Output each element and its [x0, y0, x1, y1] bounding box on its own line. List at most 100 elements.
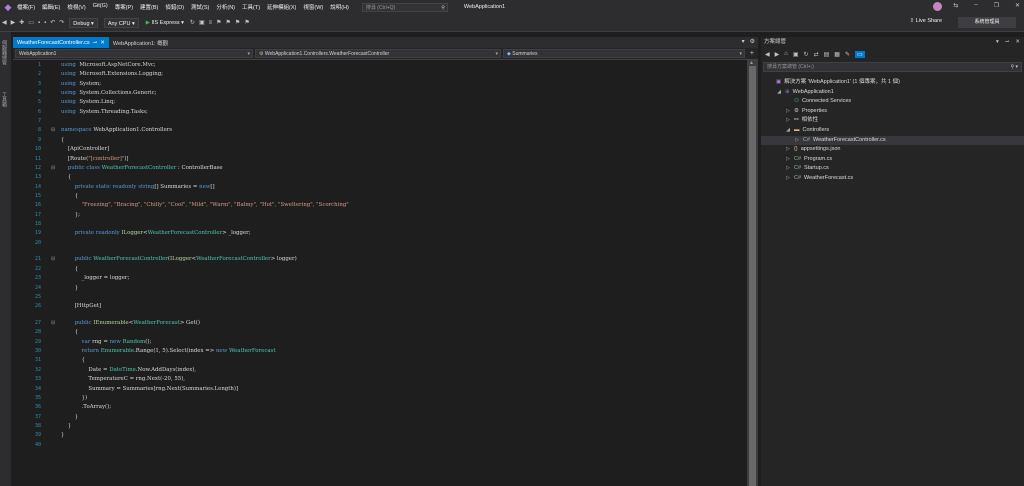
- fold-toggle-icon[interactable]: ⊟: [51, 320, 55, 326]
- tree-node-weatherforecastcontroller[interactable]: ▷ C# WeatherForecastController.cs: [761, 135, 1024, 145]
- expand-toggle-icon[interactable]: ◢: [785, 126, 791, 135]
- show-all-files-icon[interactable]: ▦: [834, 51, 840, 58]
- menu-item[interactable]: 工具(T): [242, 3, 260, 11]
- refresh-icon[interactable]: ↻: [190, 19, 195, 26]
- menu-item[interactable]: 偵錯(D): [165, 3, 184, 11]
- pin-icon[interactable]: ⊸: [1005, 37, 1010, 47]
- redo-icon[interactable]: ↷: [59, 19, 64, 26]
- expand-toggle-icon[interactable]: ▷: [785, 116, 791, 125]
- bookmark-next-icon[interactable]: ⚑: [235, 19, 240, 26]
- line-number: 2: [37, 71, 41, 78]
- fold-toggle-icon[interactable]: ⊟: [51, 127, 55, 133]
- pending-changes-icon[interactable]: ↻: [804, 51, 809, 58]
- feedback-icon[interactable]: ⇆: [953, 2, 958, 9]
- collapse-all-icon[interactable]: ▤: [824, 51, 830, 58]
- class-select[interactable]: ⚙ WebApplication1.Controllers.WeatherFor…: [255, 49, 501, 58]
- sync-icon[interactable]: ⇄: [814, 51, 819, 58]
- tree-node-label: Startup.cs: [804, 165, 829, 172]
- expand-toggle-icon[interactable]: ▷: [794, 136, 800, 145]
- tree-node-project[interactable]: ◢ ⊕ WebApplication1: [776, 88, 834, 97]
- close-tab-icon[interactable]: ✕: [100, 40, 105, 46]
- bookmark-icon[interactable]: ⚑: [216, 19, 221, 26]
- run-button[interactable]: ▶ IIS Express ▾: [146, 20, 184, 26]
- comment-icon[interactable]: ≡: [209, 20, 213, 26]
- settings-icon[interactable]: ⚙: [750, 38, 755, 45]
- expand-toggle-icon[interactable]: ▷: [785, 174, 791, 183]
- chevron-down-icon[interactable]: ▾: [996, 37, 999, 47]
- expand-toggle-icon[interactable]: ▷: [785, 107, 791, 116]
- tree-node-weatherforecast[interactable]: ▷ C# WeatherForecast.cs: [785, 174, 853, 183]
- forward-icon[interactable]: ▶: [11, 19, 16, 26]
- menu-item[interactable]: 視窗(W): [303, 3, 323, 11]
- menu-item[interactable]: 建置(B): [140, 3, 158, 11]
- search-input[interactable]: 搜尋 (Ctrl+Q) ⚲: [361, 2, 448, 12]
- tree-node-appsettings[interactable]: ▷{} appsettings.json: [785, 145, 840, 154]
- close-icon[interactable]: ✕: [1015, 37, 1020, 47]
- menu-item[interactable]: 檢視(V): [67, 3, 85, 11]
- back-icon[interactable]: ◀: [2, 19, 7, 26]
- preview-selected-icon[interactable]: ▭: [854, 50, 865, 58]
- fold-toggle-icon[interactable]: ⊟: [51, 256, 55, 262]
- menu-item[interactable]: Git(G): [93, 3, 108, 11]
- configuration-select[interactable]: Debug ▾: [69, 17, 98, 28]
- open-folder-icon[interactable]: ▭: [28, 19, 34, 26]
- menu-item[interactable]: 檔案(F): [17, 3, 35, 11]
- restore-button[interactable]: ❐: [994, 2, 999, 9]
- menu-item[interactable]: 說明(H): [330, 3, 349, 11]
- close-button[interactable]: ✕: [1015, 2, 1020, 9]
- switch-views-icon[interactable]: ▣: [793, 51, 799, 58]
- menu-item[interactable]: 分析(N): [216, 3, 235, 11]
- menu-item[interactable]: 專案(P): [115, 3, 133, 11]
- live-share-button[interactable]: ⇪ Live Share: [910, 18, 942, 24]
- fold-toggle-icon[interactable]: ⊟: [51, 165, 55, 171]
- line-number: 12: [34, 164, 41, 171]
- platform-select[interactable]: Any CPU ▾: [103, 17, 139, 28]
- tree-node-dependencies[interactable]: ▷ ⚯ 相依性: [785, 116, 818, 125]
- expand-toggle-icon[interactable]: ▷: [785, 145, 791, 154]
- code-token: var: [61, 338, 91, 345]
- new-item-icon[interactable]: ✚: [19, 19, 24, 26]
- admin-badge[interactable]: 系統管理員: [958, 17, 1016, 28]
- tree-node-solution[interactable]: ▣ 解決方案 'WebApplication1' (1 個專案，共 1 個): [767, 78, 900, 87]
- undo-icon[interactable]: ↶: [50, 19, 55, 26]
- file-type-icon: ⚯: [794, 117, 799, 124]
- menu-item[interactable]: 延伸模組(X): [267, 3, 296, 11]
- menu-item[interactable]: 編輯(E): [42, 3, 60, 11]
- scrollbar-thumb[interactable]: [749, 66, 756, 486]
- run-target-label: IIS Express: [151, 19, 180, 26]
- tree-node-properties[interactable]: ▷ ⚙ Properties: [785, 107, 827, 116]
- save-icon[interactable]: ▪: [38, 20, 40, 26]
- tab-weatherforecastcontroller[interactable]: WeatherForecastController.cs ⊸ ✕: [13, 37, 109, 48]
- avatar[interactable]: [933, 2, 942, 11]
- tab-list-icon[interactable]: ▾: [742, 38, 745, 45]
- minimize-button[interactable]: –: [974, 2, 977, 9]
- vertical-scrollbar[interactable]: ▲: [747, 60, 758, 486]
- back-icon[interactable]: ◀: [765, 51, 770, 58]
- toolbox-tab[interactable]: 工具箱: [1, 92, 8, 107]
- browser-link-icon[interactable]: ▣: [199, 19, 205, 26]
- split-editor-icon[interactable]: +: [750, 49, 754, 58]
- line-number: 9: [37, 136, 41, 143]
- member-select[interactable]: ◆ Summaries ▾: [503, 49, 745, 58]
- expand-toggle-icon[interactable]: ▷: [785, 155, 791, 164]
- expand-toggle-icon[interactable]: ▷: [785, 164, 791, 173]
- properties-wrench-icon[interactable]: ✎: [845, 51, 850, 58]
- code-editor[interactable]: 1 2 3 4 5 6 7 8 9 10 11 12 13 14 15 16 17 18 19 20 21 22 23 24 2…: [13, 60, 746, 486]
- tree-node-startup[interactable]: ▷ C# Startup.cs: [785, 164, 829, 173]
- clear-bookmarks-icon[interactable]: ⚑: [244, 19, 249, 26]
- server-explorer-tab[interactable]: 伺服器總管: [1, 40, 8, 65]
- tree-node-connected-services[interactable]: ⚇ Connected Services: [785, 97, 851, 106]
- bookmark-prev-icon[interactable]: ⚑: [226, 19, 231, 26]
- expand-toggle-icon[interactable]: ◢: [776, 88, 782, 97]
- solution-search-input[interactable]: 搜尋方案總管 (Ctrl+;) ⚲ ▾: [763, 62, 1022, 72]
- menu-item[interactable]: 測試(S): [191, 3, 209, 11]
- pin-icon[interactable]: ⊸: [93, 40, 98, 46]
- save-all-icon[interactable]: ▪: [44, 20, 46, 26]
- tab-project-overview[interactable]: WebApplication1: 概觀: [109, 37, 172, 48]
- home-icon[interactable]: ⌂: [784, 51, 788, 57]
- tree-node-program[interactable]: ▷ C# Program.cs: [785, 155, 832, 164]
- forward-icon[interactable]: ▶: [775, 51, 780, 58]
- project-select[interactable]: WebApplication1 ▾: [15, 49, 253, 58]
- tree-node-controllers[interactable]: ◢ ▬ Controllers: [785, 126, 829, 135]
- code-token: _logger = logger;: [61, 275, 130, 282]
